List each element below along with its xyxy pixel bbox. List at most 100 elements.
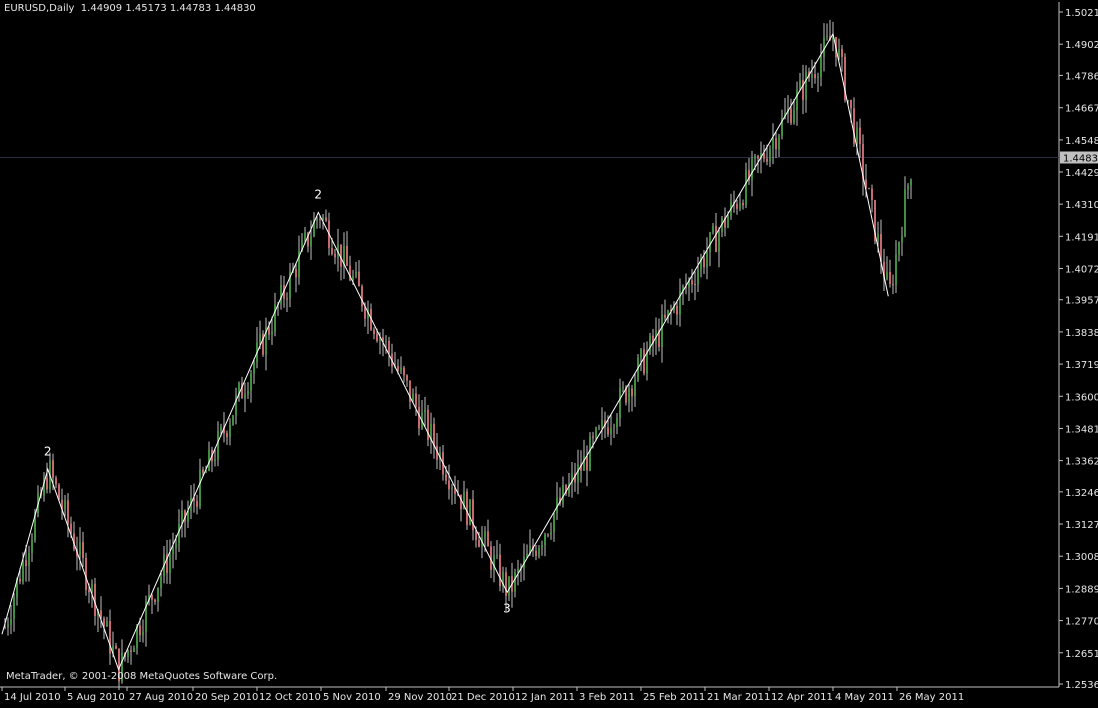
candle-body [169, 554, 171, 574]
candle-body [631, 388, 633, 397]
candle-body [268, 327, 270, 335]
candle-body [826, 35, 828, 37]
candle-body [796, 89, 798, 111]
x-tick-label: 21 Dec 2010 [451, 692, 515, 703]
candle-body [286, 298, 288, 300]
candle-body [868, 188, 870, 190]
candle-body [229, 424, 231, 438]
candle-body [46, 477, 48, 490]
candle-body [508, 576, 510, 597]
candle-body [814, 74, 816, 79]
y-tick-label: 1.34810 [1065, 424, 1098, 435]
candle-body [385, 340, 387, 342]
candle-body [133, 648, 135, 652]
candle-body [295, 269, 297, 278]
candle-body [424, 409, 426, 413]
candle-body [79, 542, 81, 557]
candle-body [31, 539, 33, 553]
candle-body [88, 589, 90, 593]
candle-body [742, 202, 744, 206]
y-tick-label: 1.27705 [1065, 617, 1098, 628]
candle-body [886, 271, 888, 279]
candle-body [28, 552, 30, 567]
candle-body [469, 499, 471, 526]
candle-body [562, 485, 564, 504]
candle-body [595, 428, 597, 438]
y-tick-label: 1.41915 [1065, 232, 1098, 243]
candle-body [718, 231, 720, 252]
candle-body [790, 108, 792, 123]
candle-body [196, 500, 198, 507]
candle-body [220, 426, 222, 431]
candle-body [664, 314, 666, 318]
candle-body [247, 390, 249, 395]
candle-body [550, 532, 552, 535]
candle-body [754, 155, 756, 159]
candle-body [610, 427, 612, 435]
candle-body [751, 158, 753, 181]
candle-body [19, 578, 21, 582]
candle-body [415, 393, 417, 407]
candle-body [376, 333, 378, 341]
candle-body [904, 189, 906, 237]
header-high: 1.45173 [125, 3, 167, 14]
candle-body [619, 387, 621, 419]
candle-body [361, 286, 363, 307]
candle-body [499, 554, 501, 587]
candle-body [709, 232, 711, 253]
candle-body [10, 619, 12, 625]
candle-body [547, 534, 549, 536]
y-tick-label: 1.44295 [1065, 168, 1098, 179]
candle-body [157, 587, 159, 602]
chart-area[interactable]: 1.50210 1.49020 1.47865 1.46670 1.45480 1.442… [0, 0, 1098, 704]
x-tick-label: 5 Aug 2010 [67, 692, 125, 703]
candle-body [478, 539, 480, 547]
candle-body [745, 169, 747, 206]
candle-body [325, 217, 327, 221]
y-tick-label: 1.49020 [1065, 40, 1098, 51]
candle-body [676, 305, 678, 315]
candle-body [634, 379, 636, 397]
candle-body [607, 427, 609, 435]
candle-body [541, 545, 543, 548]
candle-body [871, 188, 873, 201]
candle-body [403, 367, 405, 376]
y-tick-label: 1.50210 [1065, 8, 1098, 19]
y-tick-label: 1.28895 [1065, 584, 1098, 595]
candle-body [82, 542, 84, 558]
candle-body [838, 48, 840, 58]
candle-body [253, 362, 255, 374]
candle-body [739, 202, 741, 209]
candle-body [691, 280, 693, 285]
candle-body [115, 645, 117, 649]
zigzag-line [1, 32, 889, 671]
candle-body [856, 127, 858, 144]
candle-body [64, 500, 66, 510]
y-tick-label: 1.31275 [1065, 520, 1098, 531]
y-tick-label: 1.45480 [1065, 136, 1098, 147]
candle-body [694, 284, 696, 286]
candle-body [25, 560, 27, 567]
wave-label: 3 [503, 601, 511, 615]
candle-body [172, 548, 174, 555]
copyright-text: MetaTrader, © 2001-2008 MetaQuotes Softw… [6, 671, 278, 682]
candle-body [823, 36, 825, 57]
candle-body [400, 367, 402, 371]
candle-body [274, 304, 276, 332]
candle-body [850, 100, 852, 109]
candle-body [310, 236, 312, 247]
candle-body [358, 271, 360, 287]
x-tick-label: 21 Mar 2011 [707, 692, 770, 703]
y-tick-label: 1.25360 [1065, 680, 1098, 691]
candle-body [259, 333, 261, 343]
candle-body [514, 572, 516, 592]
candle-body [397, 365, 399, 371]
candle-body [592, 436, 594, 438]
candle-body [622, 386, 624, 388]
x-tick-label: 3 Feb 2011 [579, 692, 635, 703]
y-tick-label: 1.43105 [1065, 200, 1098, 211]
candle-body [154, 599, 156, 602]
candle-body [334, 253, 336, 258]
x-tick-label: 20 Sep 2010 [195, 692, 258, 703]
candle-body [766, 158, 768, 162]
